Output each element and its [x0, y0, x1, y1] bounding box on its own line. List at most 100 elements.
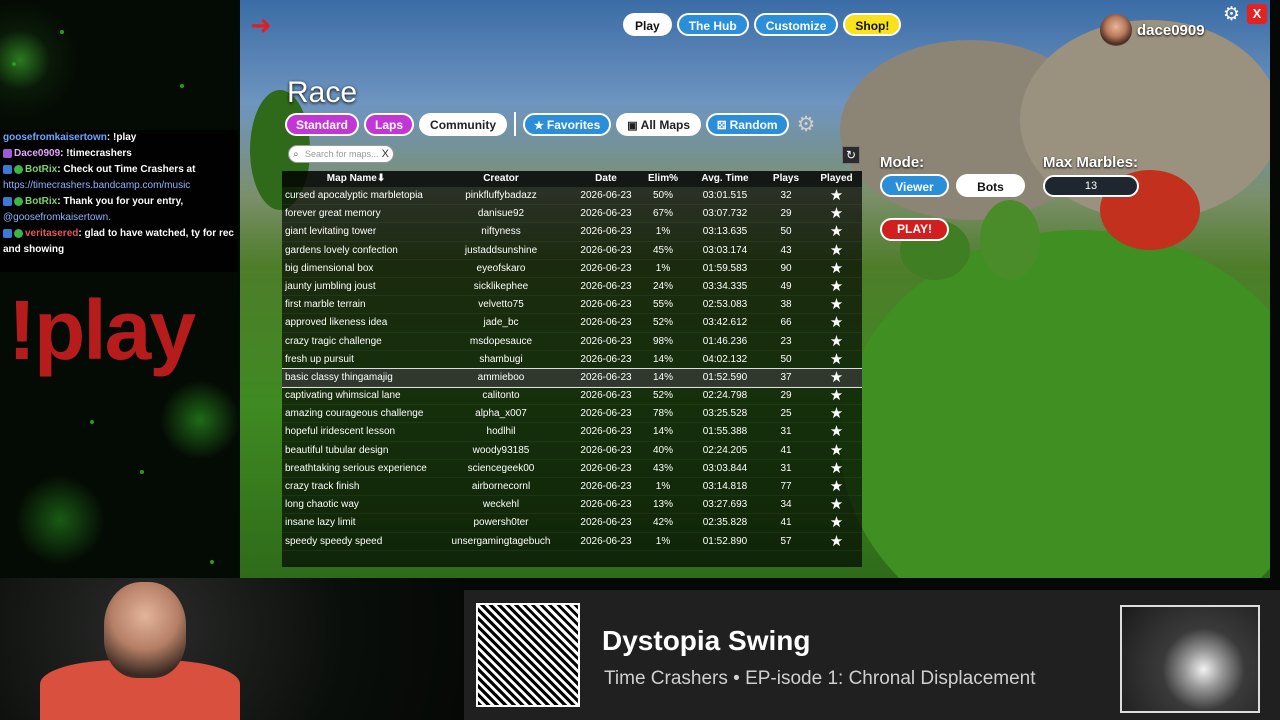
avg-time-cell: 03:13.635: [702, 226, 748, 238]
nav-play-button[interactable]: Play: [623, 13, 672, 36]
avg-time-cell: 03:03.174: [702, 244, 748, 256]
map-name-cell: breathtaking serious experience: [285, 462, 427, 474]
plays-cell: 50: [780, 353, 792, 365]
avg-time-cell: 03:42.612: [702, 317, 748, 329]
played-star-icon[interactable]: ★: [811, 514, 862, 531]
table-row[interactable]: cursed apocalyptic marbletopia pinkfluffy…: [282, 187, 862, 206]
stream-layout: goosefromkaisertown: !play Dace0909: !ti…: [0, 0, 1280, 720]
elim-cell: 52%: [652, 390, 673, 402]
back-arrow-icon[interactable]: ➜: [250, 12, 284, 38]
search-clear-button[interactable]: X: [382, 146, 389, 162]
table-row[interactable]: forever great memory danisue92 2026-06-23 6…: [282, 205, 862, 224]
played-star-icon[interactable]: ★: [811, 442, 862, 459]
played-star-icon[interactable]: ★: [811, 460, 862, 477]
table-row[interactable]: crazy tragic challenge msdopesauce 2026-06…: [282, 333, 862, 351]
mode-viewer-button[interactable]: Viewer: [880, 174, 949, 197]
played-star-icon[interactable]: ★: [811, 369, 862, 386]
map-search-input[interactable]: ⌕ Search for maps... X: [288, 145, 394, 163]
table-row[interactable]: gardens lovely confection justaddsunshine…: [282, 242, 862, 260]
date-cell: 2026-06-23: [580, 444, 632, 456]
table-row[interactable]: captivating whimsical lane calitonto 2026-…: [282, 387, 862, 406]
table-row[interactable]: first marble terrain velvetto75 2026-06-23…: [282, 296, 862, 315]
table-row[interactable]: fresh up pursuit shambugi 2026-06-23 14% 04:…: [282, 351, 862, 369]
table-row[interactable]: basic classy thingamajig ammieboo 2026-06-…: [282, 367, 862, 389]
avg-time-cell: 02:35.828: [702, 517, 748, 529]
settings-gear-icon[interactable]: ⚙: [1223, 5, 1243, 25]
played-star-icon[interactable]: ★: [811, 314, 862, 331]
played-star-icon[interactable]: ★: [811, 496, 862, 513]
played-star-icon[interactable]: ★: [811, 333, 862, 350]
table-row[interactable]: beautiful tubular design woody93185 2026-0…: [282, 442, 862, 460]
table-row[interactable]: big dimensional box eyeofskaro 2026-06-23 1…: [282, 260, 862, 278]
col-date[interactable]: Date: [575, 171, 637, 187]
tab-random[interactable]: ⚄ Random: [706, 112, 789, 136]
table-row[interactable]: crazy track finish airbornecornl 2026-06-2…: [282, 478, 862, 497]
played-star-icon[interactable]: ★: [811, 296, 862, 313]
avg-time-cell: 02:24.205: [702, 444, 748, 456]
close-button[interactable]: X: [1247, 4, 1267, 24]
table-row[interactable]: long chaotic way weckehl 2026-06-23 13% 03:2…: [282, 496, 862, 515]
creator-cell: shambugi: [479, 353, 523, 365]
avg-time-cell: 03:03.844: [702, 462, 748, 474]
nav-hub-button[interactable]: The Hub: [676, 13, 749, 36]
played-star-icon[interactable]: ★: [811, 260, 862, 277]
table-row[interactable]: breathtaking serious experience sciencege…: [282, 460, 862, 478]
avg-time-cell: 02:24.798: [702, 390, 748, 402]
played-star-icon[interactable]: ★: [811, 387, 862, 404]
map-icon: ▣: [627, 119, 638, 132]
table-row[interactable]: approved likeness idea jade_bc 2026-06-23 5…: [282, 314, 862, 333]
col-map-name[interactable]: Map Name⬇: [282, 171, 427, 187]
filter-settings-gear-icon[interactable]: ⚙: [797, 113, 816, 136]
played-star-icon[interactable]: ★: [811, 205, 862, 222]
nav-shop-button[interactable]: Shop!: [843, 13, 902, 36]
creator-cell: woody93185: [472, 444, 530, 456]
date-cell: 2026-06-23: [580, 262, 632, 274]
tab-community[interactable]: Community: [419, 112, 508, 136]
table-row[interactable]: insane lazy limit powersh0ter 2026-06-23 42…: [282, 514, 862, 533]
table-row[interactable]: jaunty jumbling joust sicklikephee 2026-06…: [282, 278, 862, 297]
avatar[interactable]: [1100, 14, 1132, 46]
table-row[interactable]: giant levitating tower niftyness 2026-06-2…: [282, 223, 862, 242]
played-star-icon[interactable]: ★: [811, 278, 862, 295]
date-cell: 2026-06-23: [580, 535, 632, 547]
max-marbles-input[interactable]: 13: [1043, 175, 1139, 197]
plays-cell: 77: [780, 481, 792, 492]
elim-cell: 52%: [652, 317, 673, 329]
col-avg-time[interactable]: Avg. Time: [689, 171, 761, 187]
elim-cell: 55%: [652, 299, 673, 311]
mode-bots-button[interactable]: Bots: [956, 174, 1025, 197]
played-star-icon[interactable]: ★: [811, 533, 862, 550]
refresh-icon[interactable]: ↻: [842, 146, 860, 164]
bot-badge-icon: [3, 228, 12, 238]
creator-cell: sciencegeek00: [467, 462, 535, 474]
col-plays[interactable]: Plays: [761, 171, 811, 187]
col-creator[interactable]: Creator: [427, 171, 575, 187]
user-profile[interactable]: dace0909: [1100, 14, 1205, 46]
played-star-icon[interactable]: ★: [811, 423, 862, 440]
table-row[interactable]: amazing courageous challenge alpha_x007 20…: [282, 405, 862, 424]
table-header: Map Name⬇ Creator Date Elim% Avg. Time P…: [282, 171, 862, 187]
elim-cell: 1%: [655, 535, 671, 547]
played-star-icon[interactable]: ★: [811, 351, 862, 368]
tab-laps[interactable]: Laps: [364, 112, 415, 136]
played-star-icon[interactable]: ★: [811, 478, 862, 495]
chat-mention[interactable]: @goosefromkaisertown.: [3, 212, 111, 223]
chat-link[interactable]: https://timecrashers.bandcamp.com/music: [3, 180, 190, 191]
nav-customize-button[interactable]: Customize: [753, 13, 839, 36]
start-play-button[interactable]: PLAY!: [880, 218, 949, 241]
tab-all-maps[interactable]: ▣ All Maps: [616, 112, 702, 136]
table-row[interactable]: hopeful iridescent lesson hodlhil 2026-06-…: [282, 423, 862, 442]
tab-standard[interactable]: Standard: [285, 112, 360, 136]
date-cell: 2026-06-23: [580, 371, 632, 383]
col-elim[interactable]: Elim%: [637, 171, 689, 187]
col-played[interactable]: Played: [811, 171, 862, 187]
played-star-icon[interactable]: ★: [811, 405, 862, 422]
played-star-icon[interactable]: ★: [811, 187, 862, 204]
tab-favorites[interactable]: ★ Favorites: [523, 112, 612, 136]
played-star-icon[interactable]: ★: [811, 242, 862, 259]
creator-cell: niftyness: [481, 226, 521, 238]
table-row[interactable]: speedy speedy speed unsergamingtagebuch 20…: [282, 533, 862, 551]
map-name-cell: captivating whimsical lane: [285, 390, 401, 402]
played-star-icon[interactable]: ★: [811, 223, 862, 240]
map-name-cell: forever great memory: [285, 208, 381, 220]
